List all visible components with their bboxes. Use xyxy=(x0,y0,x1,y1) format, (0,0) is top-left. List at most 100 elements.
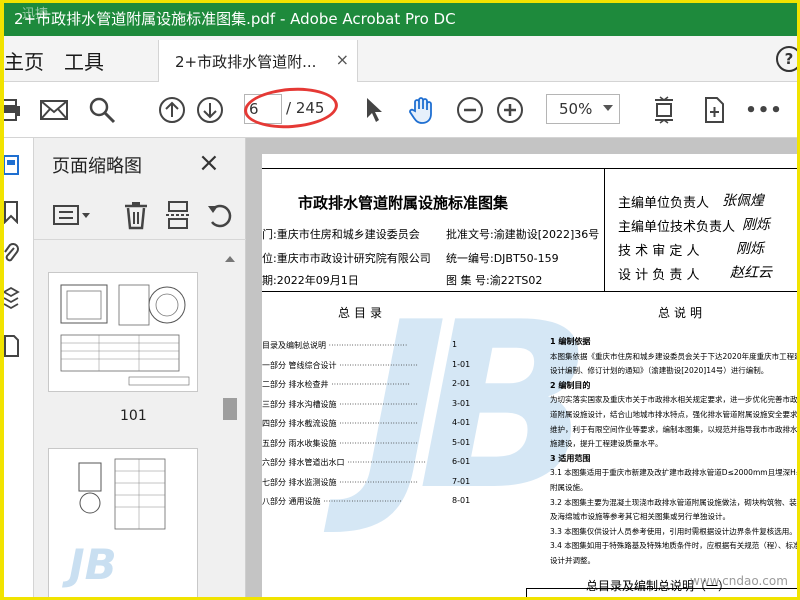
toc-row-page: 1-01 xyxy=(452,359,471,369)
rotate-page-icon[interactable] xyxy=(206,200,234,234)
meta-date: 期:2022年09月1日 xyxy=(262,274,359,287)
window-title: 2+市政排水管道附属设施标准图集.pdf - Adobe Acrobat Pro… xyxy=(14,9,456,28)
delete-pages-icon[interactable] xyxy=(122,200,150,234)
description-line: 及海绵城市设施等参考其它相关图集或另行单独设计。 xyxy=(550,512,730,522)
toc-leader-dots: ······························· xyxy=(344,458,426,467)
toc-row: 六部分 排水管道出水口 ····························… xyxy=(262,457,470,468)
thumbnail-page-102[interactable]: JB xyxy=(48,448,198,600)
print-icon[interactable] xyxy=(0,94,26,126)
next-page-icon[interactable] xyxy=(194,94,226,126)
sign-label: 主编单位技术负责人 xyxy=(618,220,736,235)
toc-leader-dots: ······························· xyxy=(320,497,402,506)
email-icon[interactable] xyxy=(38,94,70,126)
signature: 刚烁 xyxy=(736,241,764,257)
document-tab-label: 2+市政排水管道附... xyxy=(175,52,317,71)
toc-row-label: 三部分 排水沟槽设施 xyxy=(262,399,337,409)
document-properties-icon[interactable] xyxy=(2,334,20,362)
page-number-input[interactable]: 6 xyxy=(244,94,282,124)
toc-leader-dots: ······························· xyxy=(328,380,410,389)
description-line: 3.3 本图集仅供设计人员参考使用，引用时需根据设计边界条件复核选用。 xyxy=(550,526,797,536)
title-watermark: 迅捷 xyxy=(22,7,49,22)
description-heading: 3 适用范围 xyxy=(550,453,591,463)
tools-tab[interactable]: 工具 xyxy=(64,46,104,75)
hand-tool-icon[interactable] xyxy=(406,94,438,126)
description-line: 设计编制、修订计划的通知》（渝建勘设[2020]14号）进行编制。 xyxy=(550,366,769,376)
page-thumbnails-icon[interactable] xyxy=(2,154,20,180)
description-line: 施建设，提升工程建设质量水平。 xyxy=(550,439,663,449)
toc-leader-dots: ······························· xyxy=(336,438,418,448)
toc-row-label: 六部分 排水管道出水口 xyxy=(262,458,345,467)
description-line: 3.1 本图集适用于重庆市新建及改扩建市政排水管道D≤2000mm且埋深H≤20… xyxy=(550,468,800,478)
header-bottom-rule xyxy=(262,291,800,292)
zoom-level-select[interactable]: 50% xyxy=(546,94,620,124)
description-heading: 1 编制依据 xyxy=(550,337,591,346)
thumbnail-page-101[interactable] xyxy=(48,272,198,392)
thumbnail-options-icon[interactable] xyxy=(52,202,92,232)
select-cursor-icon[interactable] xyxy=(358,94,390,126)
bookmark-icon[interactable] xyxy=(2,200,20,228)
description-line: 本图集依据《重庆市住房和城乡建设委员会关于下达2020年度重庆市工程建 xyxy=(550,351,800,361)
thumbnail-label: 101 xyxy=(120,408,147,424)
zoom-level-value: 50% xyxy=(559,100,593,118)
toc-row-label: 七部分 排水监测设施 xyxy=(262,477,337,487)
description-line: 附属设施。 xyxy=(550,483,588,492)
document-page: JB 市政排水管道附属设施标准图集 门:重庆市住房和城乡建设委员会 位:重庆市市… xyxy=(262,154,800,600)
toc-row-page: 7-01 xyxy=(452,476,471,486)
title-bar: 2+市政排水管道附属设施标准图集.pdf - Adobe Acrobat Pro… xyxy=(0,0,800,36)
more-tools-icon[interactable]: ••• xyxy=(745,94,782,126)
close-tab-icon[interactable]: × xyxy=(336,50,349,69)
toc-row: 一部分 管线综合设计 ·····························… xyxy=(262,360,470,371)
extract-pages-icon[interactable] xyxy=(164,200,192,234)
toc-row-label: 一部分 管线综合设计 xyxy=(262,360,337,370)
home-tab[interactable]: 主页 xyxy=(4,46,44,75)
description-line: 设计并调整。 xyxy=(550,556,595,565)
site-watermark: www.cndao.com xyxy=(690,574,788,588)
toc-row-label: 五部分 雨水收集设施 xyxy=(262,438,337,448)
layers-icon[interactable] xyxy=(2,286,20,314)
signature: 刚烁 xyxy=(742,217,770,233)
toc-row-page: 8-01 xyxy=(452,496,471,505)
rotate-view-icon[interactable] xyxy=(698,94,730,126)
toc-row-page: 2-01 xyxy=(452,379,471,388)
zoom-in-icon[interactable] xyxy=(494,94,526,126)
document-view[interactable]: JB 市政排水管道附属设施标准图集 门:重庆市住房和城乡建设委员会 位:重庆市市… xyxy=(246,138,800,600)
fit-page-icon[interactable] xyxy=(648,94,680,126)
document-title: 市政排水管道附属设施标准图集 xyxy=(298,194,509,212)
attachment-icon[interactable] xyxy=(2,242,20,270)
panel-title: 页面缩略图 xyxy=(52,156,142,177)
description-line: 为切实落实国家及重庆市关于市政排水相关规定要求，进一步优化完善市政 xyxy=(550,395,798,405)
description-line: 3.4 本图集如用于特殊路基及特殊地质条件时，应根据有关规范（程）、标准进行 xyxy=(550,541,800,551)
previous-page-icon[interactable] xyxy=(156,94,188,126)
search-icon[interactable] xyxy=(86,94,118,126)
sign-label: 设 计 负 责 人 xyxy=(618,268,700,283)
toc-leader-dots: ······························· xyxy=(336,477,418,487)
scroll-up-icon[interactable] xyxy=(225,256,235,262)
toc-leader-dots: ······························· xyxy=(336,399,418,409)
sign-label: 技 术 审 定 人 xyxy=(618,244,700,259)
toc-row-label: 八部分 通用设施 xyxy=(262,497,321,506)
document-tab[interactable]: 2+市政排水管道附... × xyxy=(158,40,358,82)
meta-atlas-number: 图 集 号:渝22TS02 xyxy=(446,274,543,287)
help-icon[interactable]: ? xyxy=(776,46,800,72)
toc-row: 二部分 排水检查井 ······························… xyxy=(262,379,470,390)
thumbnails-scrollbar[interactable] xyxy=(220,250,240,600)
signature: 赵红云 xyxy=(730,265,772,281)
scrollbar-thumb[interactable] xyxy=(223,398,237,420)
toc-row-page: 3-01 xyxy=(452,398,471,408)
toc-title: 总目录 xyxy=(338,306,387,320)
toc-row: 四部分 排水截流设施 ·····························… xyxy=(262,418,470,429)
meta-unit: 位:重庆市市政设计研究院有限公司 xyxy=(262,252,431,265)
meta-serial: 统一编号:DJBT50-159 xyxy=(446,252,559,265)
toc-row: 目录及编制总说明 ·······························… xyxy=(262,340,462,351)
chevron-down-icon xyxy=(603,105,613,111)
zoom-out-icon[interactable] xyxy=(454,94,486,126)
page-thumbnails-panel: 页面缩略图 × 101 JB xyxy=(34,138,246,600)
toc-row-label: 目录及编制总说明 xyxy=(262,341,326,350)
close-panel-icon[interactable]: × xyxy=(198,148,220,178)
toc-row-label: 二部分 排水检查井 xyxy=(262,380,329,389)
toc-leader-dots: ······························· xyxy=(326,341,408,350)
description-title: 总说明 xyxy=(658,306,707,320)
tab-bar: 主页 工具 2+市政排水管道附... × ? xyxy=(0,36,800,82)
toc-row: 八部分 通用设施 ·······························… xyxy=(262,496,470,507)
toc-row: 七部分 排水监测设施 ·····························… xyxy=(262,477,470,488)
